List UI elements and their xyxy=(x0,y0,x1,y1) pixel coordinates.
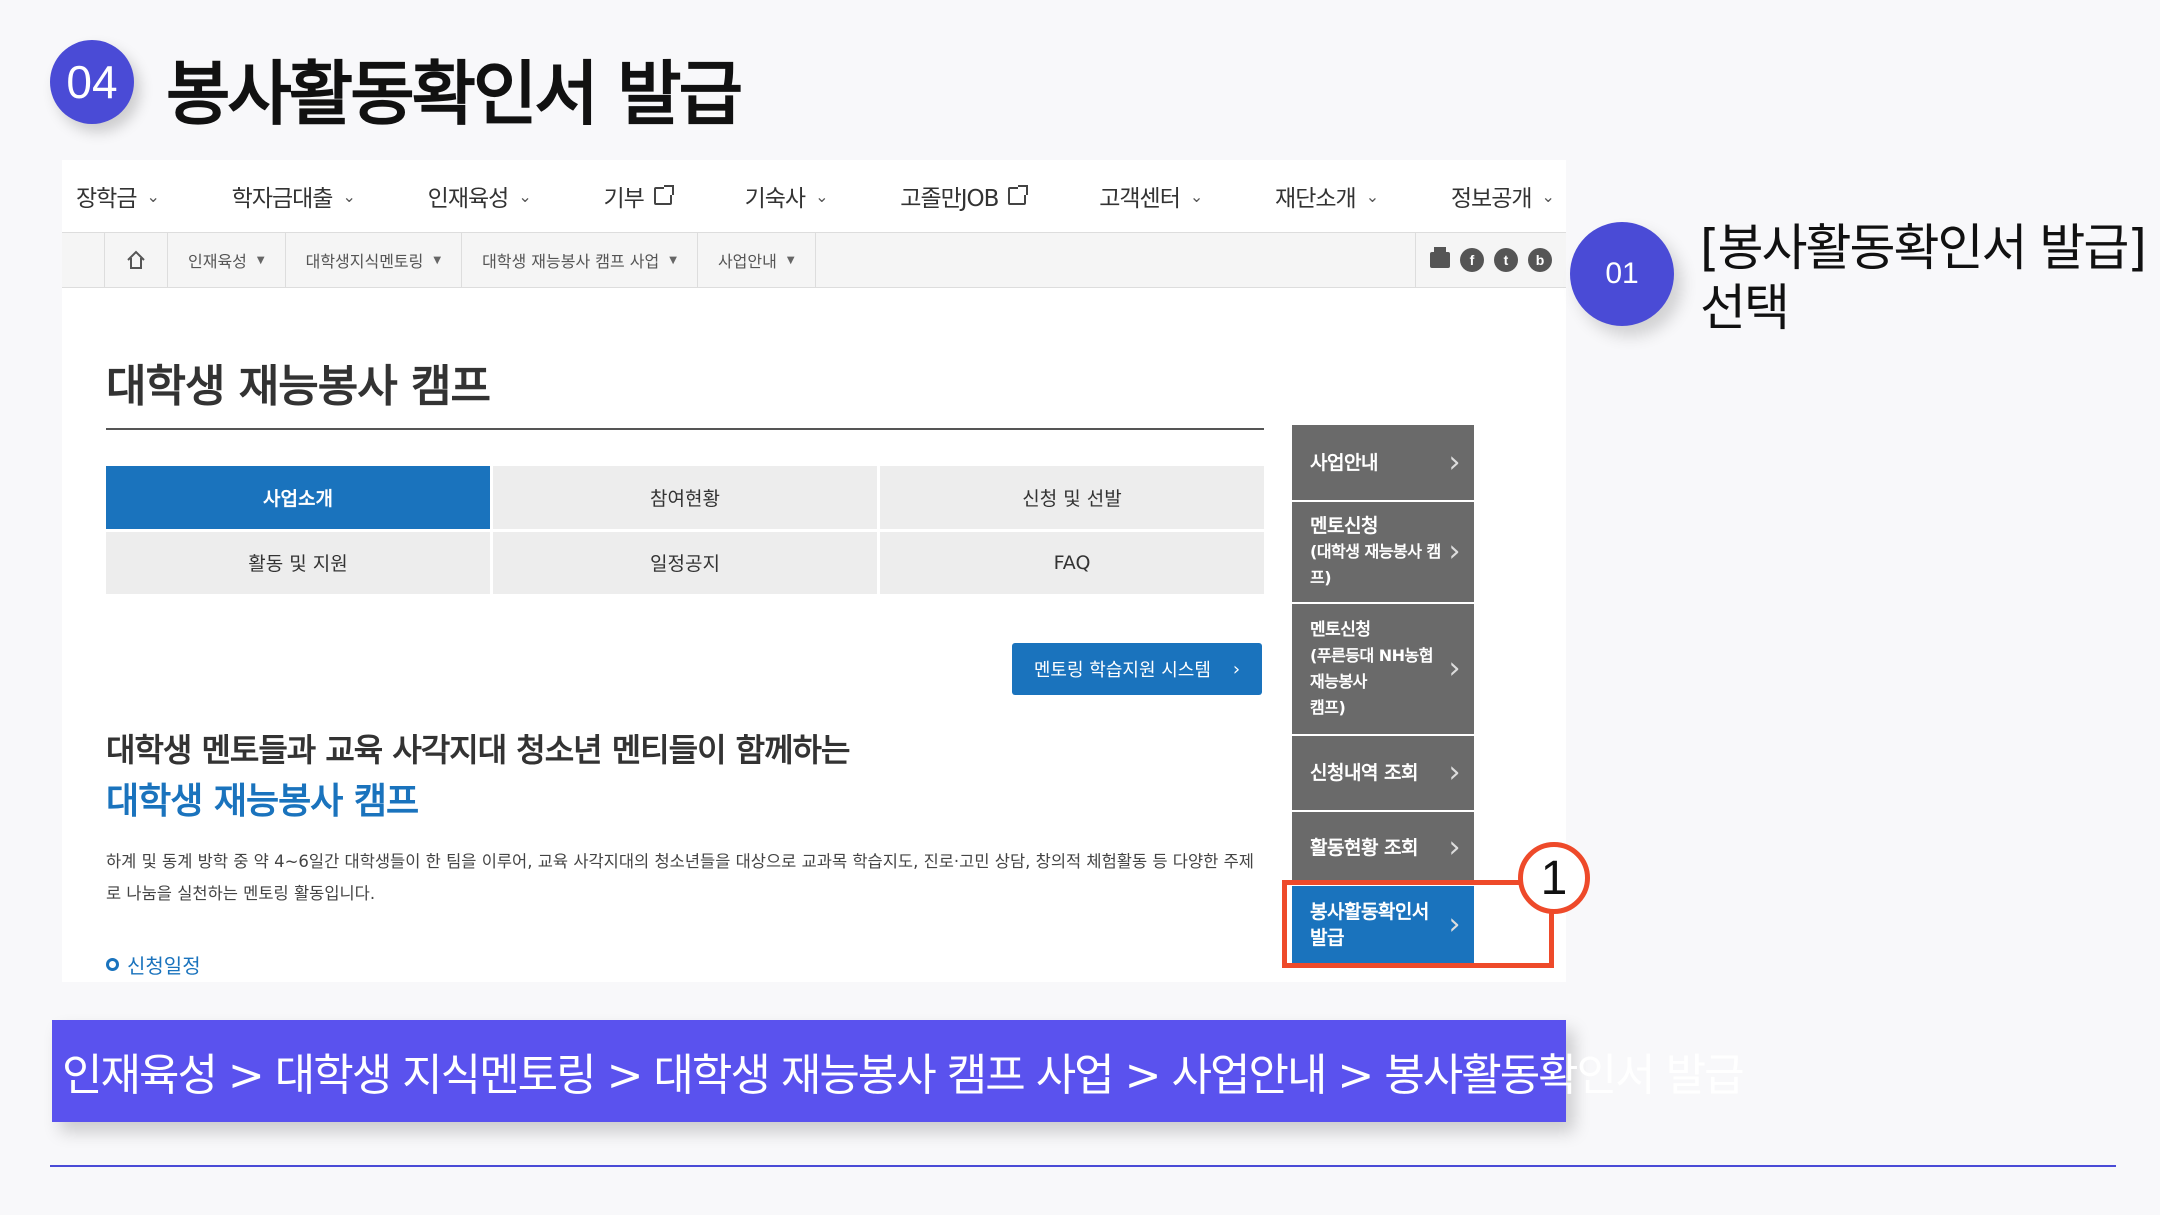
gnb-item-support[interactable]: 고객센터 ⌄ xyxy=(1099,179,1203,213)
side-menu-item[interactable]: 멘토신청 (대학생 재능봉사 캠프) › xyxy=(1292,502,1474,604)
page-title: 대학생 재능봉사 캠프 xyxy=(106,361,491,412)
description-text: 하계 및 동계 방학 중 약 4~6일간 대학생들이 한 팀을 이루어, 교육 … xyxy=(106,852,1254,903)
tab-activity[interactable]: 활동 및 지원 xyxy=(106,531,490,594)
chevron-right-icon: › xyxy=(1232,658,1241,680)
caret-down-icon: ▼ xyxy=(256,254,265,266)
tab-schedule-notice[interactable]: 일정공지 xyxy=(493,531,877,594)
step-number-badge: 04 xyxy=(50,40,134,124)
external-link-icon xyxy=(653,185,674,205)
tab-participation[interactable]: 참여현황 xyxy=(493,466,877,529)
side-menu-item[interactable]: 사업안내 › xyxy=(1292,425,1474,502)
twitter-icon[interactable]: t xyxy=(1494,248,1518,272)
side-menu-item-volunteer-certificate[interactable]: 봉사활동확인서 발급 › xyxy=(1292,886,1474,966)
blog-icon[interactable]: b xyxy=(1528,248,1552,272)
learning-system-button[interactable]: 멘토링 학습지원 시스템 › xyxy=(1012,643,1262,695)
side-menu-item[interactable]: 활동현황 조회 › xyxy=(1292,812,1474,886)
chevron-right-icon: › xyxy=(1448,651,1461,686)
tab-faq[interactable]: FAQ xyxy=(880,531,1264,594)
tab-business-intro[interactable]: 사업소개 xyxy=(106,466,490,529)
chevron-right-icon: › xyxy=(1448,444,1461,480)
gnb-item-scholarship[interactable]: 장학금 ⌄ xyxy=(76,179,160,213)
gnb-item-about[interactable]: 재단소개 ⌄ xyxy=(1275,179,1379,213)
divider xyxy=(50,1165,2116,1167)
chevron-right-icon: › xyxy=(1448,755,1461,790)
website-screenshot: 장학금 ⌄ 학자금대출 ⌄ 인재육성 ⌄ 기부 기숙사 ⌄ 고졸만JOB 고객센터 ⌄ 재… xyxy=(62,160,1566,982)
breadcrumb-item[interactable]: 인재육성 ▼ xyxy=(168,232,286,288)
menu-path-bar: 인재육성 > 대학생 지식멘토링 > 대학생 재능봉사 캠프 사업 > 사업안내… xyxy=(52,1020,1745,1122)
side-menu-item[interactable]: 신청내역 조회 › xyxy=(1292,736,1474,812)
side-menu-item[interactable]: 멘토신청 (푸른등대 NH농협 재능봉사 캠프) › xyxy=(1292,604,1474,736)
chevron-right-icon: › xyxy=(1448,907,1461,942)
external-link-icon xyxy=(1008,185,1029,205)
menu-path-text: 인재육성 > 대학생 지식멘토링 > 대학생 재능봉사 캠프 사업 > 사업안내… xyxy=(62,1050,1745,1101)
gnb-item-donation[interactable]: 기부 xyxy=(604,179,674,213)
breadcrumb-item[interactable]: 대학생 재능봉사 캠프 사업 ▼ xyxy=(462,232,698,288)
facebook-icon[interactable]: f xyxy=(1460,248,1484,272)
chevron-right-icon: › xyxy=(1448,830,1461,865)
breadcrumb: 인재육성 ▼ 대학생지식멘토링 ▼ 대학생 재능봉사 캠프 사업 ▼ 사업안내 ▼ f … xyxy=(62,232,1566,288)
print-icon[interactable] xyxy=(1430,247,1450,268)
breadcrumb-item[interactable]: 사업안내 ▼ xyxy=(698,232,816,288)
intro-highlight: 대학생 재능봉사 캠프 xyxy=(106,781,419,822)
instruction-text: [봉사활동확인서 발급] 선택 xyxy=(1700,219,2147,337)
chevron-down-icon: ⌄ xyxy=(342,186,355,206)
caret-down-icon: ▼ xyxy=(669,254,677,266)
gnb-item-talent[interactable]: 인재육성 ⌄ xyxy=(428,179,532,213)
tab-application[interactable]: 신청 및 선발 xyxy=(880,466,1264,529)
caret-down-icon: ▼ xyxy=(433,254,442,266)
chevron-down-icon: ⌄ xyxy=(1189,186,1203,206)
breadcrumb-item[interactable]: 대학생지식멘토링 ▼ xyxy=(286,232,463,288)
schedule-heading: 신청일정 xyxy=(106,950,201,979)
content-tabs: 사업소개 참여현황 신청 및 선발 활동 및 지원 일정공지 FAQ xyxy=(106,466,1264,594)
caret-down-icon: ▼ xyxy=(786,254,795,266)
chevron-down-icon: ⌄ xyxy=(1365,186,1379,206)
chevron-down-icon: ⌄ xyxy=(146,186,159,206)
share-tools: f t b xyxy=(1415,232,1566,288)
gnb-item-job[interactable]: 고졸만JOB xyxy=(900,179,1029,213)
divider xyxy=(106,428,1264,430)
chevron-down-icon: ⌄ xyxy=(518,186,531,206)
intro-text: 대학생 멘토들과 교육 사각지대 청소년 멘티들이 함께하는 xyxy=(106,731,850,769)
step-marker: 1 xyxy=(1518,842,1590,914)
instruction-badge: 01 xyxy=(1570,222,1674,326)
gnb-item-dormitory[interactable]: 기숙사 ⌄ xyxy=(745,179,829,213)
gnb-item-loan[interactable]: 학자금대출 ⌄ xyxy=(232,179,356,213)
gnb-item-disclosure[interactable]: 정보공개 ⌄ xyxy=(1451,179,1555,213)
side-menu: 사업안내 › 멘토신청 (대학생 재능봉사 캠프) › 멘토신청 (푸른등대 NH농… xyxy=(1292,425,1474,966)
chevron-right-icon: › xyxy=(1448,534,1461,569)
global-nav: 장학금 ⌄ 학자금대출 ⌄ 인재육성 ⌄ 기부 기숙사 ⌄ 고졸만JOB 고객센터 ⌄ 재… xyxy=(62,160,1566,232)
circle-bullet-icon xyxy=(106,958,119,971)
chevron-down-icon: ⌄ xyxy=(1541,186,1555,206)
home-icon[interactable] xyxy=(104,232,168,288)
chevron-down-icon: ⌄ xyxy=(815,186,828,206)
slide-title: 봉사활동확인서 발급 xyxy=(166,53,743,135)
